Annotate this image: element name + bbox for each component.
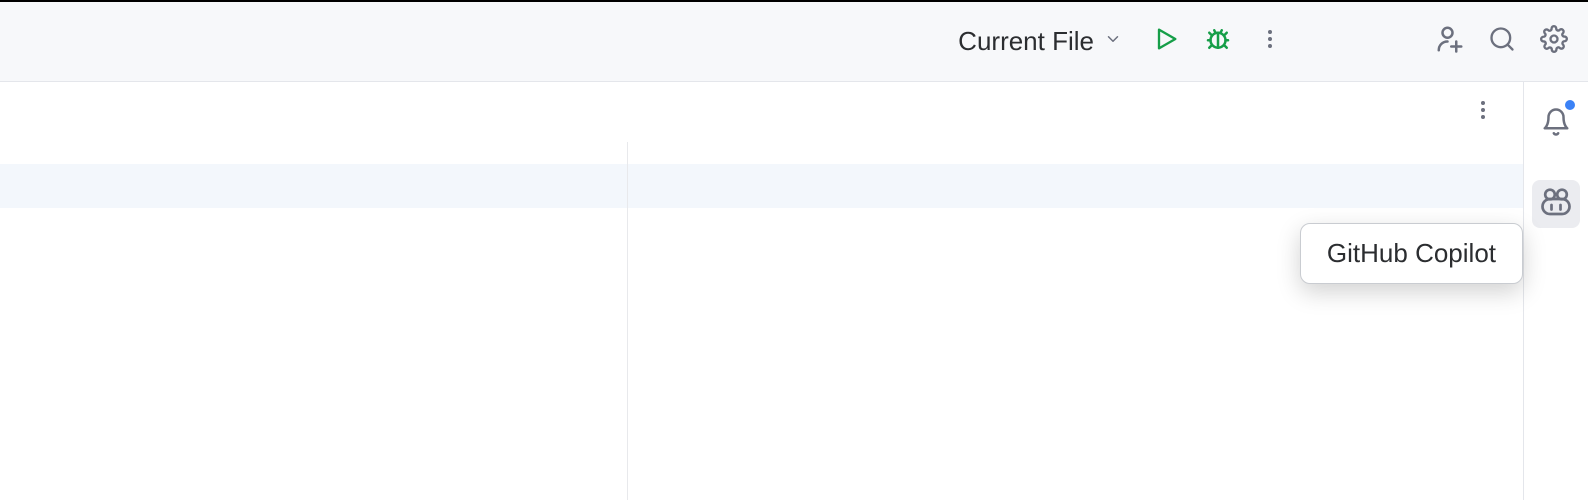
editor-more-options-button[interactable] [1461,90,1505,134]
github-copilot-button[interactable] [1532,180,1580,228]
more-run-options-button[interactable] [1248,20,1292,64]
code-with-me-button[interactable] [1428,20,1472,64]
editor-header [0,82,1523,142]
run-button[interactable] [1144,20,1188,64]
toolbar: Current File [0,2,1588,82]
copilot-icon [1538,184,1574,225]
gear-icon [1540,25,1568,58]
user-add-icon [1435,24,1465,59]
copilot-tooltip: GitHub Copilot [1300,223,1523,284]
search-icon [1488,25,1516,58]
bug-icon [1203,24,1233,59]
run-config-label: Current File [958,26,1094,57]
run-config-selector[interactable]: Current File [944,20,1136,63]
right-sidebar [1523,82,1588,500]
play-icon [1152,25,1180,58]
editor-body[interactable]: GitHub Copilot [0,142,1523,500]
chevron-down-icon [1104,30,1122,53]
debug-button[interactable] [1196,20,1240,64]
notification-indicator-dot [1563,98,1577,112]
bell-icon [1541,107,1571,142]
run-controls-group: Current File [944,20,1292,64]
main-area: GitHub Copilot [0,82,1588,500]
settings-button[interactable] [1532,20,1576,64]
search-everywhere-button[interactable] [1480,20,1524,64]
editor-split-divider [627,142,628,500]
notifications-button[interactable] [1532,100,1580,148]
more-vertical-icon [1471,98,1495,127]
tooltip-text: GitHub Copilot [1327,238,1496,268]
toolbar-right-group [1428,20,1576,64]
more-vertical-icon [1258,27,1282,56]
editor-area: GitHub Copilot [0,82,1523,500]
current-line-highlight [0,164,1523,208]
